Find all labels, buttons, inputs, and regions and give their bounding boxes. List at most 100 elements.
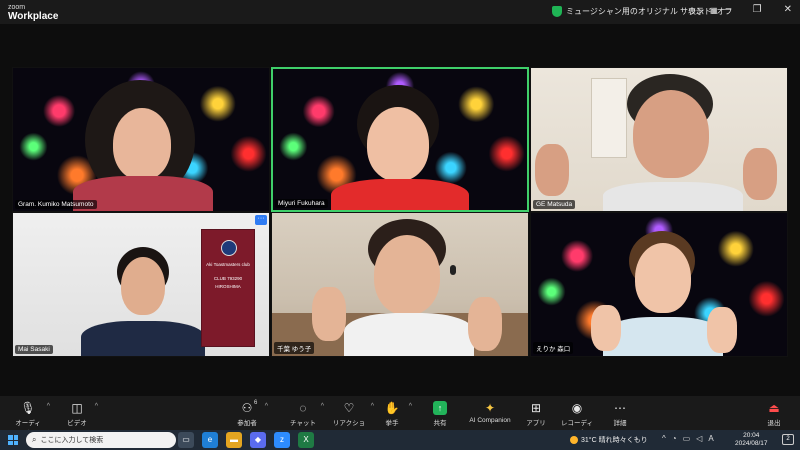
share-screen-icon: ↑ — [433, 401, 447, 415]
participant-face — [113, 108, 171, 180]
leave-label: 退出 — [767, 420, 781, 427]
video-tile-6[interactable]: えりか 森口 — [530, 212, 788, 357]
participant-body — [603, 182, 743, 211]
participant-body — [81, 321, 205, 356]
video-tile-3[interactable]: GE Matsuda — [530, 67, 788, 212]
headset-icon — [450, 265, 456, 275]
weather-sun-icon — [570, 436, 578, 444]
camera-icon: ◫ — [71, 401, 83, 415]
logo-bottom: Workplace — [8, 11, 59, 22]
chat-label: チャット — [290, 420, 316, 427]
system-tray: ^ ◔ ▭ ◁ A — [662, 434, 714, 443]
title-bar: zoom Workplace ミュージシャン用のオリジナル サウンド: オフ 表… — [0, 0, 800, 24]
view-button[interactable]: 表示 ▦ — [688, 6, 718, 17]
excel-icon[interactable]: X — [298, 432, 314, 448]
more-button[interactable]: ⋯ 詳細 — [610, 401, 630, 427]
sparkle-icon: ✦ — [484, 401, 496, 415]
participant-face — [121, 257, 165, 315]
participant-body — [344, 313, 474, 356]
zoom-app-icon[interactable]: z — [274, 432, 290, 448]
notification-count: 2 — [786, 436, 790, 442]
app-icon[interactable]: ◆ — [250, 432, 266, 448]
ai-companion-label: AI Companion — [469, 417, 511, 424]
battery-icon[interactable]: ▭ — [683, 434, 691, 443]
banner-title: Aki Toastmasters club — [206, 262, 250, 267]
leave-button[interactable]: ⏏ 退出 — [764, 401, 784, 427]
raise-hand-button[interactable]: ✋ 挙手 ^ — [380, 401, 412, 427]
windows-start-icon[interactable] — [8, 435, 18, 445]
search-icon: ⌕ — [32, 435, 37, 444]
windows-taskbar: ⌕ ここに入力して検索 ▭ e ▬ ◆ z X 31°C 晴れ時々くもり ^ ◔… — [0, 430, 800, 450]
waving-hand-right — [707, 307, 737, 353]
notification-icon[interactable]: 2 — [782, 434, 794, 445]
chat-icon: ◌ — [299, 401, 307, 415]
meeting-toolbar: 🎙 オーディオ ^ ◫ ビデオ ^ ⚇ 6 参加者 ^ ◌ チャット ^ ♡ リ… — [0, 396, 800, 437]
task-view-icon[interactable]: ▭ — [178, 432, 194, 448]
shield-icon — [552, 6, 562, 17]
participant-name: Miyuri Fukuhara — [275, 199, 328, 208]
video-tile-1[interactable]: Gram. Kumiko Matsumoto — [12, 67, 270, 212]
video-tile-5[interactable]: 千葉 ゆう子 — [271, 212, 529, 357]
waving-hand-right — [743, 148, 777, 200]
weather-widget[interactable]: 31°C 晴れ時々くもり — [570, 435, 648, 445]
participant-name: GE Matsuda — [533, 200, 576, 209]
participant-name: 千葉 ゆう子 — [274, 342, 315, 354]
window-controls: — ❐ ✕ — [721, 4, 792, 15]
participant-name: えりか 森口 — [533, 342, 574, 354]
waving-hand-right — [468, 297, 502, 351]
participants-count: 6 — [254, 400, 258, 406]
participant-name: Gram. Kumiko Matsumoto — [15, 200, 97, 209]
network-icon[interactable]: ◔ — [672, 434, 677, 443]
speaker-icon[interactable]: ◁ — [696, 434, 702, 443]
view-label: 表示 — [688, 7, 704, 16]
chevron-up-icon[interactable]: ^ — [47, 403, 50, 410]
toastmasters-emblem-icon — [221, 240, 237, 256]
more-options-icon[interactable]: ··· — [255, 215, 267, 225]
participant-name: Mai Sasaki — [15, 345, 53, 354]
participants-button[interactable]: ⚇ 6 参加者 ^ — [234, 400, 268, 427]
banner-line: HIROSHIMA — [215, 284, 241, 289]
participant-face — [633, 90, 709, 178]
apps-label: アプリ — [526, 420, 546, 427]
participant-body — [603, 317, 723, 356]
chevron-up-icon[interactable]: ^ — [371, 403, 374, 410]
apps-button[interactable]: ⊞ アプリ — [526, 401, 546, 427]
ai-companion-button[interactable]: ✦ AI Companion — [466, 401, 514, 424]
minimize-icon[interactable]: — — [721, 4, 731, 15]
participant-face — [635, 243, 691, 313]
chevron-up-icon[interactable]: ^ — [321, 403, 324, 410]
waving-hand-left — [591, 305, 621, 351]
raise-hand-label: 挙手 — [385, 420, 399, 427]
video-button[interactable]: ◫ ビデオ ^ — [64, 401, 98, 427]
chevron-up-icon[interactable]: ^ — [95, 403, 98, 410]
chat-button[interactable]: ◌ チャット ^ — [290, 401, 324, 427]
apps-icon: ⊞ — [530, 401, 542, 415]
restore-icon[interactable]: ❐ — [753, 4, 762, 15]
participant-face — [374, 235, 440, 315]
video-label: ビデオ — [67, 420, 87, 427]
chevron-up-icon[interactable]: ^ — [265, 403, 268, 410]
ime-indicator[interactable]: A — [708, 434, 713, 443]
banner-club: CLUB 793290 — [213, 276, 243, 281]
close-icon[interactable]: ✕ — [784, 4, 792, 15]
file-explorer-icon[interactable]: ▬ — [226, 432, 242, 448]
pinned-apps: ▭ e ▬ ◆ z X — [178, 432, 314, 448]
edge-icon[interactable]: e — [202, 432, 218, 448]
share-button[interactable]: ↑ 共有 — [430, 401, 450, 427]
taskbar-clock[interactable]: 20:04 2024/08/17 — [735, 432, 768, 448]
share-label: 共有 — [433, 420, 447, 427]
chevron-up-icon[interactable]: ^ — [662, 434, 666, 443]
taskbar-search[interactable]: ⌕ ここに入力して検索 — [26, 432, 176, 448]
video-tile-4[interactable]: Aki Toastmasters club CLUB 793290 HIROSH… — [12, 212, 270, 357]
zoom-logo: zoom Workplace — [8, 3, 59, 22]
clock-date: 2024/08/17 — [735, 440, 768, 447]
more-label: 詳細 — [613, 420, 627, 427]
chevron-up-icon[interactable]: ^ — [409, 403, 412, 410]
leave-icon: ⏏ — [768, 401, 780, 415]
video-tile-2[interactable]: Miyuri Fukuhara — [271, 67, 529, 212]
participants-label: 参加者 — [237, 420, 257, 427]
participant-face — [367, 107, 429, 181]
record-icon: ◉ — [571, 401, 583, 415]
heart-icon: ♡ — [343, 401, 355, 415]
clock-time: 20:04 — [743, 432, 760, 439]
